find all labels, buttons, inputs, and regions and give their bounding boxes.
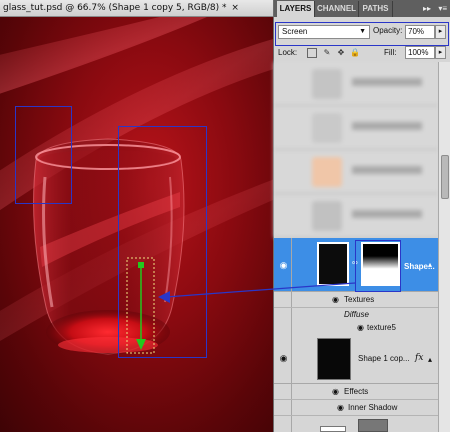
blend-mode-value: Screen [282, 27, 308, 36]
gradient-start-handle [138, 262, 144, 268]
layer-mask-thumbnail[interactable] [361, 242, 400, 286]
double-right-arrow-icon[interactable]: ▸▸ [423, 0, 431, 17]
document-tab[interactable]: glass_tut.psd @ 66.7% (Shape 1 copy 5, R… [0, 0, 273, 17]
blend-mode-select[interactable]: Screen ▼ [278, 25, 370, 39]
list-item [274, 106, 438, 150]
fx-badge[interactable]: fx [415, 353, 423, 363]
layer-row-selected[interactable]: ◉ ∞ Shape... ▴ [274, 238, 438, 292]
blurred-layer-list [274, 62, 438, 238]
effect-item-label: Inner Shadow [348, 403, 398, 412]
layer-thumbnail[interactable] [317, 338, 351, 380]
panel-tab-bar: LAYERS CHANNEL PATHS ▸▸ ▾≡ [274, 0, 450, 17]
tab-layers[interactable]: LAYERS [277, 1, 315, 17]
layer-row[interactable] [274, 416, 438, 432]
effect-item-label: texture5 [367, 323, 396, 332]
lock-image-pixels-icon[interactable]: ✎ [322, 48, 332, 58]
opacity-field[interactable]: 70% [405, 25, 435, 39]
layer-row[interactable]: ◉ Shape 1 cop... fx ▴ [274, 334, 438, 384]
layer-thumbnail[interactable] [317, 242, 349, 286]
effects-group-label: Effects [344, 387, 369, 396]
layers-panel: LAYERS CHANNEL PATHS ▸▸ ▾≡ Screen ▼ Opac… [273, 0, 450, 432]
tab-channels[interactable]: CHANNEL [315, 1, 359, 17]
eye-icon[interactable]: ◉ [337, 404, 344, 412]
document-title: glass_tut.psd @ 66.7% (Shape 1 copy 5, R… [3, 3, 227, 13]
opacity-slider-arrow-icon[interactable]: ▸ [435, 25, 446, 39]
link-icon[interactable]: ∞ [352, 258, 358, 267]
lock-position-icon[interactable]: ✥ [336, 48, 346, 58]
effects-sub-label: Diffuse [344, 310, 369, 319]
scrollbar-thumb[interactable] [441, 155, 449, 199]
eye-icon[interactable]: ◉ [357, 324, 364, 332]
list-item [274, 194, 438, 238]
effects-group-label: Textures [344, 295, 375, 304]
lock-all-icon[interactable]: 🔒 [350, 48, 360, 58]
eye-icon[interactable]: ◉ [278, 261, 289, 270]
list-item [274, 62, 438, 106]
effect-item-row[interactable]: ◉ Inner Shadow [274, 400, 438, 416]
fill-slider-arrow-icon[interactable]: ▸ [435, 46, 446, 59]
opacity-label: Opacity: [373, 26, 403, 35]
document-canvas[interactable] [0, 17, 273, 432]
layer-name[interactable]: Shape 1 cop... [358, 354, 410, 363]
effects-group-row[interactable]: ◉ Effects [274, 384, 438, 400]
effects-toggle-arrow-icon[interactable]: ▴ [428, 260, 432, 269]
blend-row: Screen ▼ Opacity: 70% ▸ [274, 17, 450, 45]
lock-label: Lock: [278, 48, 298, 57]
eye-icon[interactable]: ◉ [332, 296, 339, 304]
eye-icon[interactable]: ◉ [278, 354, 289, 363]
tab-paths[interactable]: PATHS [359, 1, 393, 17]
close-icon[interactable]: × [231, 3, 239, 13]
layers-scrollbar[interactable] [438, 62, 450, 432]
fill-field[interactable]: 100% [405, 46, 435, 59]
eye-icon[interactable]: ◉ [332, 388, 339, 396]
glass-artwork [0, 17, 273, 355]
layer-mask-thumbnail[interactable] [358, 419, 388, 432]
effects-toggle-arrow-icon[interactable]: ▴ [428, 355, 432, 364]
fill-label: Fill: [384, 48, 397, 57]
layer-thumbnail[interactable] [320, 426, 346, 432]
panel-menu-icon[interactable]: ▾≡ [438, 0, 447, 17]
lock-transparent-pixels-icon[interactable] [307, 48, 317, 58]
list-item [274, 150, 438, 194]
effects-group-row[interactable]: ◉ Textures [274, 292, 438, 308]
chevron-down-icon: ▼ [359, 28, 366, 35]
lock-row: Lock: ✎ ✥ 🔒 Fill: 100% ▸ [274, 45, 450, 61]
